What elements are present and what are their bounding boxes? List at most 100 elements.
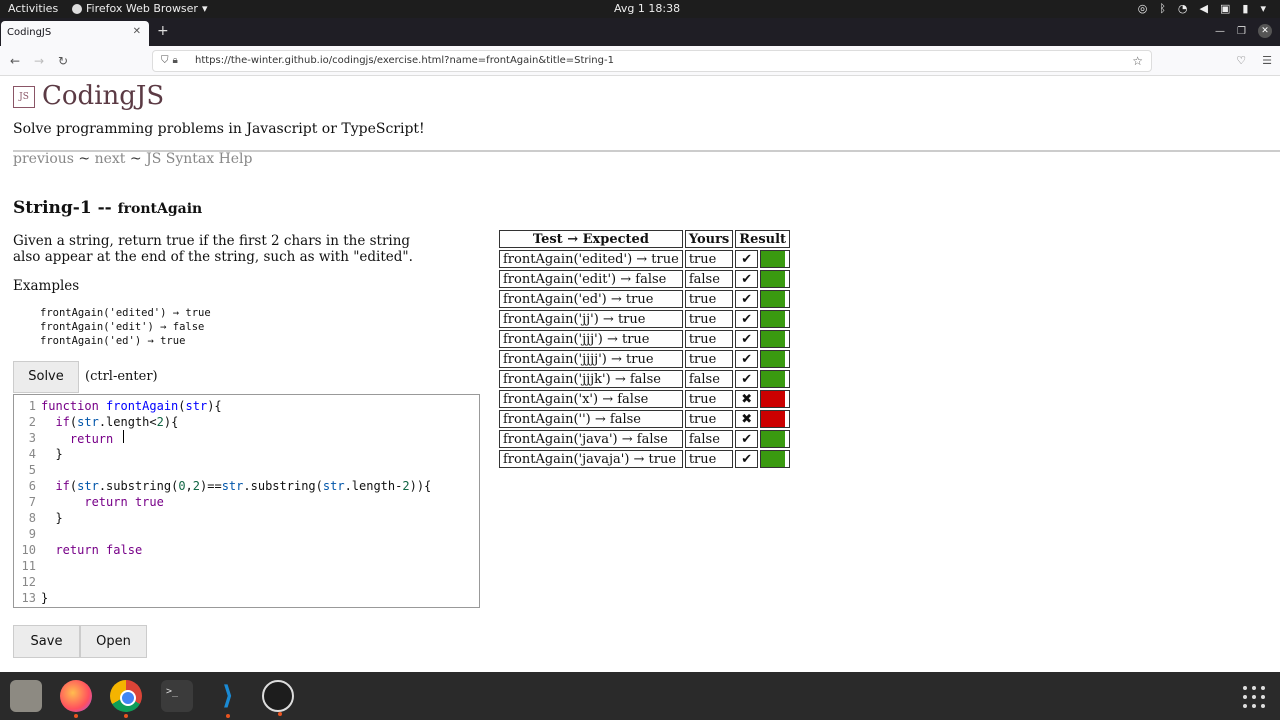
firefox-icon bbox=[72, 3, 82, 14]
page-content: JS CodingJS Solve programming problems i… bbox=[0, 76, 1280, 672]
text-cursor bbox=[122, 430, 124, 443]
table-row: frontAgain('') → false true ✖ bbox=[499, 410, 791, 428]
system-tray[interactable]: ◎ ᛒ ◔ ◀ ▣ ▮ ▾ bbox=[1138, 2, 1266, 15]
restore-button[interactable]: ❐ bbox=[1237, 26, 1246, 37]
test-cell: frontAgain('') → false bbox=[499, 410, 683, 428]
problem-nav: previous ~ next ~ JS Syntax Help bbox=[13, 151, 253, 167]
table-row: frontAgain('jj') → true true ✔ bbox=[499, 310, 791, 328]
activities-button[interactable]: Activities bbox=[8, 2, 58, 15]
close-window-button[interactable]: ✕ bbox=[1258, 24, 1272, 38]
yours-cell: true bbox=[684, 450, 734, 468]
lock-icon[interactable]: ▣ bbox=[1220, 2, 1230, 15]
tagline: Solve programming problems in Javascript… bbox=[13, 121, 425, 137]
problem-title: String-1 -- frontAgain bbox=[13, 198, 203, 218]
table-row: frontAgain('jjjk') → false false ✔ bbox=[499, 370, 791, 388]
code-editor[interactable]: 1 function frontAgain(str){ 2 if(str.leng… bbox=[13, 394, 480, 608]
minimize-button[interactable]: — bbox=[1215, 26, 1225, 37]
test-cell: frontAgain('x') → false bbox=[499, 390, 683, 408]
yours-cell: true bbox=[684, 290, 734, 308]
yours-cell: false bbox=[684, 430, 734, 448]
reload-button[interactable]: ↻ bbox=[58, 54, 68, 68]
app-menu[interactable]: Firefox Web Browser ▾ bbox=[72, 2, 208, 15]
test-cell: frontAgain('java') → false bbox=[499, 430, 683, 448]
caret-down-icon[interactable]: ▾ bbox=[1260, 2, 1266, 15]
battery-icon[interactable]: ▮ bbox=[1242, 2, 1248, 15]
system-top-bar: Activities Firefox Web Browser ▾ Avg 1 1… bbox=[0, 0, 1280, 18]
table-row: frontAgain('jjjj') → true true ✔ bbox=[499, 350, 791, 368]
test-cell: frontAgain('jjj') → true bbox=[499, 330, 683, 348]
yours-cell: true bbox=[684, 330, 734, 348]
test-cell: frontAgain('ed') → true bbox=[499, 290, 683, 308]
table-row: frontAgain('java') → false false ✔ bbox=[499, 430, 791, 448]
site-title: CodingJS bbox=[42, 81, 165, 111]
back-button[interactable]: ← bbox=[10, 54, 20, 68]
results-table: Test → Expected Yours Result frontAgain(… bbox=[497, 228, 792, 470]
save-button[interactable]: Save bbox=[13, 625, 80, 658]
dock: >_ ⟩ bbox=[0, 672, 1280, 720]
obs-app-icon[interactable] bbox=[262, 680, 294, 716]
navigation-toolbar: ← → ↻ ⛉🔒︎ https://the-winter.github.io/c… bbox=[0, 46, 1280, 76]
problem-name: frontAgain bbox=[117, 201, 203, 217]
obs-tray-icon[interactable]: ◎ bbox=[1138, 2, 1148, 15]
syntax-help-link[interactable]: JS Syntax Help bbox=[146, 151, 252, 167]
close-tab-icon[interactable]: ✕ bbox=[133, 26, 141, 37]
table-row: frontAgain('edited') → true true ✔ bbox=[499, 250, 791, 268]
test-cell: frontAgain('jj') → true bbox=[499, 310, 683, 328]
pocket-icon[interactable]: ♡ bbox=[1236, 54, 1246, 67]
firefox-app-icon[interactable] bbox=[60, 680, 92, 718]
examples-list: frontAgain('edited') → true frontAgain('… bbox=[40, 306, 211, 348]
test-cell: frontAgain('jjjk') → false bbox=[499, 370, 683, 388]
header-yours: Yours bbox=[684, 230, 734, 248]
forward-button[interactable]: → bbox=[34, 54, 44, 68]
open-button[interactable]: Open bbox=[80, 625, 147, 658]
table-row: frontAgain('javaja') → true true ✔ bbox=[499, 450, 791, 468]
codingjs-logo-icon: JS bbox=[13, 86, 35, 108]
status-swatch bbox=[760, 450, 791, 468]
result-mark: ✔ bbox=[735, 350, 759, 368]
tab-codingjs[interactable]: CodingJS ✕ bbox=[1, 21, 149, 46]
window-controls: — ❐ ✕ bbox=[1215, 24, 1272, 38]
tab-bar: CodingJS ✕ + — ❐ ✕ bbox=[0, 18, 1280, 46]
yours-cell: true bbox=[684, 350, 734, 368]
chrome-app-icon[interactable] bbox=[110, 680, 142, 718]
example-item: frontAgain('ed') → true bbox=[40, 335, 186, 347]
table-row: frontAgain('x') → false true ✖ bbox=[499, 390, 791, 408]
terminal-app-icon[interactable]: >_ bbox=[161, 680, 193, 712]
table-row: frontAgain('jjj') → true true ✔ bbox=[499, 330, 791, 348]
url-bar[interactable]: ⛉🔒︎ https://the-winter.github.io/codingj… bbox=[152, 50, 1152, 72]
volume-icon[interactable]: ◀ bbox=[1200, 2, 1208, 15]
bookmark-star-icon[interactable]: ☆ bbox=[1132, 54, 1143, 68]
table-row: frontAgain('ed') → true true ✔ bbox=[499, 290, 791, 308]
result-mark: ✔ bbox=[735, 310, 759, 328]
yours-cell: false bbox=[684, 270, 734, 288]
wifi-icon[interactable]: ◔ bbox=[1178, 2, 1188, 15]
yours-cell: true bbox=[684, 310, 734, 328]
test-cell: frontAgain('edit') → false bbox=[499, 270, 683, 288]
table-row: frontAgain('edit') → false false ✔ bbox=[499, 270, 791, 288]
solve-button[interactable]: Solve bbox=[13, 361, 79, 393]
bluetooth-icon[interactable]: ᛒ bbox=[1159, 2, 1166, 15]
previous-link[interactable]: previous bbox=[13, 151, 74, 167]
result-mark: ✖ bbox=[735, 410, 759, 428]
status-swatch bbox=[760, 330, 791, 348]
solve-shortcut-hint: (ctrl-enter) bbox=[85, 369, 158, 384]
status-swatch bbox=[760, 310, 791, 328]
toolbar-right: ♡ ☰ bbox=[1236, 54, 1272, 67]
clock[interactable]: Avg 1 18:38 bbox=[614, 2, 680, 15]
status-swatch bbox=[760, 270, 791, 288]
result-mark: ✔ bbox=[735, 330, 759, 348]
status-swatch bbox=[760, 390, 791, 408]
new-tab-button[interactable]: + bbox=[157, 23, 169, 39]
status-swatch bbox=[760, 290, 791, 308]
vscode-app-icon[interactable]: ⟩ bbox=[212, 680, 244, 718]
caret-down-icon: ▾ bbox=[201, 2, 208, 15]
status-swatch bbox=[760, 250, 791, 268]
url-text: https://the-winter.github.io/codingjs/ex… bbox=[195, 55, 614, 66]
show-apps-grid-icon[interactable] bbox=[1243, 686, 1265, 708]
files-app-icon[interactable] bbox=[10, 680, 42, 712]
next-link[interactable]: next bbox=[95, 151, 126, 167]
status-swatch bbox=[760, 410, 791, 428]
menu-icon[interactable]: ☰ bbox=[1262, 54, 1272, 67]
yours-cell: true bbox=[684, 390, 734, 408]
shield-lock-icons[interactable]: ⛉🔒︎ bbox=[161, 55, 182, 66]
